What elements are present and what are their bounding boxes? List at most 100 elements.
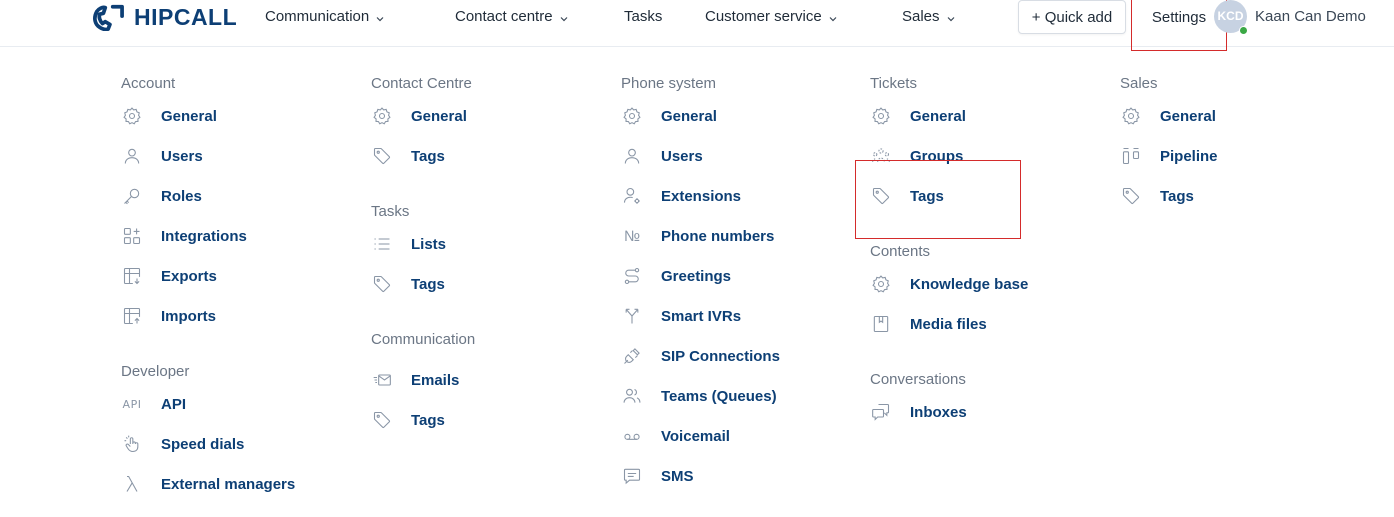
menu-item-label: Phone numbers: [661, 227, 775, 245]
key-icon: [121, 185, 143, 207]
menu-item-account-exports[interactable]: Exports: [121, 263, 217, 289]
menu-item-phone-extensions[interactable]: Extensions: [621, 183, 741, 209]
menu-item-account-roles[interactable]: Roles: [121, 183, 202, 209]
menu-item-label: Knowledge base: [910, 275, 1029, 293]
split-arrow-icon: [621, 305, 643, 327]
nav-communication[interactable]: Communication: [265, 0, 385, 32]
section-title-contents: Contents: [870, 243, 931, 260]
route-icon: [621, 265, 643, 287]
team-icon: [621, 385, 643, 407]
menu-item-developer-external-managers[interactable]: External managers: [121, 471, 295, 497]
quick-add-button[interactable]: + Quick add: [1018, 0, 1126, 34]
menu-item-label: General: [1160, 107, 1216, 125]
menu-item-phone-general[interactable]: General: [621, 103, 717, 129]
menu-item-phone-sip-connections[interactable]: SIP Connections: [621, 343, 780, 369]
nav-tasks[interactable]: Tasks: [624, 0, 662, 32]
menu-item-phone-teams[interactable]: Teams (Queues): [621, 383, 777, 409]
settings-button[interactable]: Settings: [1131, 0, 1227, 51]
user-menu[interactable]: KCD Kaan Can Demo: [1214, 0, 1366, 35]
gear-icon: [621, 105, 643, 127]
tag-icon: [870, 185, 892, 207]
menu-item-label: Tags: [411, 147, 445, 165]
online-status-dot: [1239, 25, 1248, 35]
menu-item-sales-tags[interactable]: Tags: [1120, 183, 1194, 209]
nav-contact-centre-label: Contact centre: [455, 7, 553, 25]
menu-item-label: Tags: [411, 411, 445, 429]
menu-item-label: Integrations: [161, 227, 247, 245]
menu-item-phone-numbers[interactable]: № Phone numbers: [621, 223, 774, 249]
menu-item-label: Tags: [1160, 187, 1194, 205]
user-gear-icon: [621, 185, 643, 207]
message-icon: [621, 465, 643, 487]
menu-item-tasks-lists[interactable]: Lists: [371, 231, 446, 257]
section-title-conversations: Conversations: [870, 371, 966, 388]
menu-item-contents-knowledge-base[interactable]: Knowledge base: [870, 271, 1028, 297]
tag-icon: [371, 409, 393, 431]
menu-item-label: Users: [161, 147, 203, 165]
menu-item-phone-greetings[interactable]: Greetings: [621, 263, 731, 289]
menu-item-contents-media-files[interactable]: Media files: [870, 311, 987, 337]
menu-item-label: Extensions: [661, 187, 742, 205]
tap-icon: [121, 433, 143, 455]
gear-icon: [1120, 105, 1142, 127]
chevron-down-icon: [828, 11, 838, 22]
menu-item-tickets-tags[interactable]: Tags: [870, 183, 944, 209]
menu-item-account-general[interactable]: General: [121, 103, 217, 129]
menu-item-developer-api[interactable]: API API: [121, 391, 186, 417]
menu-item-phone-smart-ivrs[interactable]: Smart IVRs: [621, 303, 741, 329]
menu-item-phone-users[interactable]: Users: [621, 143, 703, 169]
menu-item-tickets-general[interactable]: General: [870, 103, 966, 129]
menu-item-label: General: [910, 107, 966, 125]
section-title-contact-centre: Contact Centre: [371, 75, 472, 92]
section-title-phone-system: Phone system: [621, 75, 717, 92]
menu-item-contact-centre-tags[interactable]: Tags: [371, 143, 445, 169]
group-icon: [870, 145, 892, 167]
section-title-communication: Communication: [371, 331, 476, 348]
plug-icon: [621, 345, 643, 367]
top-navigation-bar: HIPCALL Communication Contact centre Tas…: [0, 0, 1394, 51]
chevron-down-icon: [559, 11, 569, 22]
menu-item-contact-centre-general[interactable]: General: [371, 103, 467, 129]
menu-item-account-users[interactable]: Users: [121, 143, 203, 169]
menu-item-communication-tags[interactable]: Tags: [371, 407, 445, 433]
nav-communication-label: Communication: [265, 7, 370, 25]
menu-item-label: Voicemail: [661, 427, 730, 445]
menu-item-conversations-inboxes[interactable]: Inboxes: [870, 399, 967, 425]
menu-item-label: Tags: [910, 187, 944, 205]
section-title-tasks: Tasks: [371, 203, 410, 220]
avatar-initials: KCD: [1217, 9, 1244, 23]
email-icon: [371, 369, 393, 391]
menu-item-label: Lists: [411, 235, 447, 253]
menu-item-label: General: [661, 107, 717, 125]
menu-item-tickets-groups[interactable]: Groups: [870, 143, 963, 169]
menu-item-communication-emails[interactable]: Emails: [371, 367, 459, 393]
nav-customer-service[interactable]: Customer service: [705, 0, 838, 32]
nav-sales-label: Sales: [902, 7, 940, 25]
section-title-sales: Sales: [1120, 75, 1158, 92]
section-title-account: Account: [121, 75, 176, 92]
api-icon: API: [122, 397, 142, 411]
menu-item-account-integrations[interactable]: Integrations: [121, 223, 247, 249]
nav-sales[interactable]: Sales: [902, 0, 956, 32]
user-name: Kaan Can Demo: [1255, 7, 1366, 25]
menu-item-label: Pipeline: [1160, 147, 1218, 165]
avatar: KCD: [1214, 0, 1248, 35]
nav-contact-centre[interactable]: Contact centre: [455, 0, 569, 32]
menu-item-label: Imports: [161, 307, 217, 325]
hipcall-logo[interactable]: HIPCALL: [90, 2, 237, 32]
menu-item-phone-voicemail[interactable]: Voicemail: [621, 423, 730, 449]
menu-item-account-imports[interactable]: Imports: [121, 303, 216, 329]
menu-item-developer-speed-dials[interactable]: Speed dials: [121, 431, 244, 457]
menu-item-phone-sms[interactable]: SMS: [621, 463, 694, 489]
chevron-down-icon: [375, 11, 385, 22]
menu-item-sales-pipeline[interactable]: Pipeline: [1120, 143, 1218, 169]
settings-label: Settings: [1151, 9, 1207, 26]
phone-logo-icon: [93, 4, 124, 31]
menu-item-sales-general[interactable]: General: [1120, 103, 1216, 129]
menu-item-label: Inboxes: [910, 403, 967, 421]
gear-icon: [371, 105, 393, 127]
gear-icon: [121, 105, 143, 127]
menu-item-label: General: [411, 107, 467, 125]
menu-item-tasks-tags[interactable]: Tags: [371, 271, 445, 297]
bookmark-icon: [870, 313, 892, 335]
